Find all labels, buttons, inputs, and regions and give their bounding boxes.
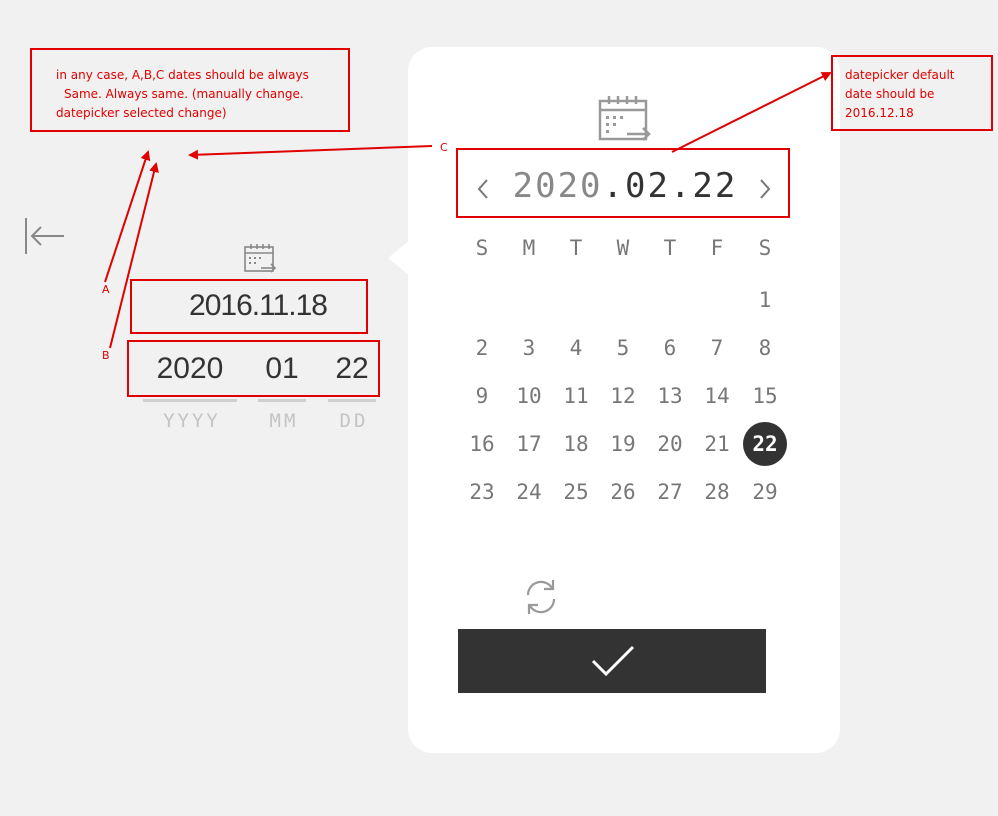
day-cell[interactable]: 14	[695, 374, 739, 418]
day-cell[interactable]: 15	[743, 374, 787, 418]
weekday-header: F	[710, 236, 724, 260]
annotation-label-b: B	[102, 349, 110, 362]
day-cell[interactable]: 18	[554, 422, 598, 466]
annotation-label-a: A	[102, 283, 110, 296]
day-cell[interactable]: 19	[601, 422, 645, 466]
annotation-default-line-3: 2016.12.18	[845, 106, 914, 120]
day-cell[interactable]: 4	[554, 326, 598, 370]
annotation-label-c: C	[440, 141, 448, 154]
annotation-note-line-3: datepicker selected change)	[56, 106, 227, 120]
day-cell[interactable]: 29	[743, 470, 787, 514]
weekday-header: T	[569, 236, 583, 260]
day-cell[interactable]: 23	[460, 470, 504, 514]
refresh-icon[interactable]	[520, 576, 562, 618]
popup-pointer	[388, 240, 410, 276]
day-underline	[328, 399, 376, 402]
day-cell[interactable]: 25	[554, 470, 598, 514]
day-cell[interactable]: 26	[601, 470, 645, 514]
day-cell[interactable]: 9	[460, 374, 504, 418]
annotation-box-c	[456, 148, 790, 218]
day-cell[interactable]: 11	[554, 374, 598, 418]
day-cell[interactable]: 6	[648, 326, 692, 370]
day-cell[interactable]: 2	[460, 326, 504, 370]
weekday-header: S	[758, 236, 772, 260]
day-cell[interactable]: 8	[743, 326, 787, 370]
day-cell[interactable]: 28	[695, 470, 739, 514]
back-arrow-icon[interactable]	[24, 216, 66, 256]
day-cell[interactable]: 7	[695, 326, 739, 370]
annotation-default-line-1: datepicker default	[845, 68, 955, 82]
weekday-header: M	[522, 236, 536, 260]
day-cell[interactable]: 24	[507, 470, 551, 514]
day-cell[interactable]: 10	[507, 374, 551, 418]
annotation-box-a	[130, 279, 368, 334]
day-cell[interactable]: 13	[648, 374, 692, 418]
day-cell[interactable]: 20	[648, 422, 692, 466]
weekday-header: T	[663, 236, 677, 260]
annotation-default-line-2: date should be	[845, 87, 935, 101]
day-cell-selected[interactable]: 22	[743, 422, 787, 466]
day-cell[interactable]: 17	[507, 422, 551, 466]
day-cell[interactable]: 21	[695, 422, 739, 466]
confirm-button[interactable]	[458, 629, 766, 693]
annotation-note-line-2: Same. Always same. (manually change.	[64, 87, 304, 101]
day-cell[interactable]: 5	[601, 326, 645, 370]
day-cell[interactable]: 16	[460, 422, 504, 466]
month-label: MM	[269, 410, 299, 432]
day-cell[interactable]: 27	[648, 470, 692, 514]
day-cell[interactable]: 1	[743, 278, 787, 322]
day-cell[interactable]: 3	[507, 326, 551, 370]
year-underline	[143, 399, 237, 402]
month-underline	[258, 399, 306, 402]
day-label: DD	[339, 410, 369, 432]
weekday-header: W	[616, 236, 630, 260]
calendar-icon[interactable]	[243, 242, 277, 276]
calendar-icon	[598, 96, 651, 141]
weekday-header: S	[475, 236, 489, 260]
year-label: YYYY	[163, 410, 221, 432]
annotation-note-line-1: in any case, A,B,C dates should be alway…	[56, 68, 309, 82]
check-icon	[591, 645, 635, 677]
annotation-box-b	[127, 340, 380, 397]
day-cell[interactable]: 12	[601, 374, 645, 418]
